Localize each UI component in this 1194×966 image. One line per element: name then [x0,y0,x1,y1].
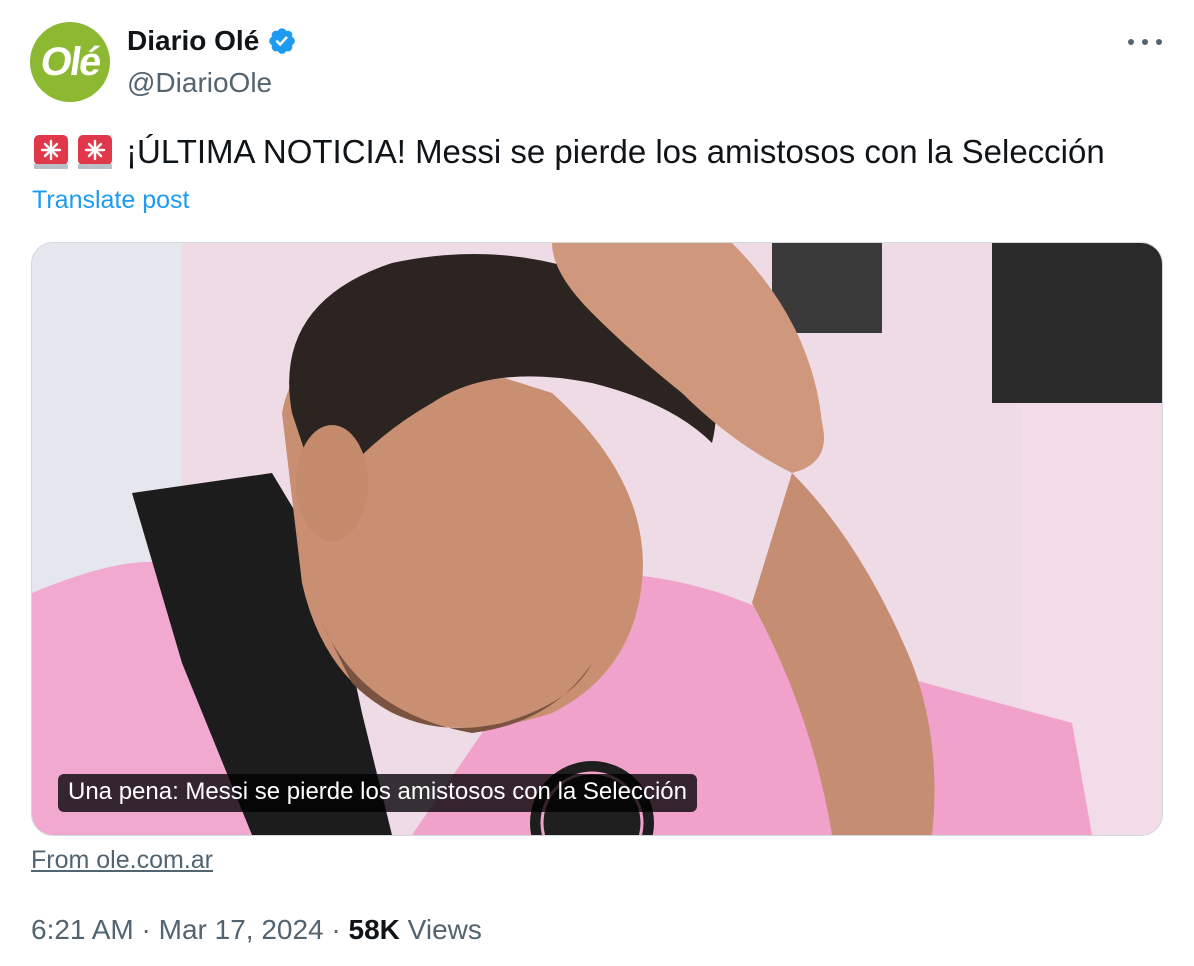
post-text: ¡ÚLTIMA NOTICIA! Messi se pierde los ami… [32,133,1105,171]
author-name-row: Diario Olé [127,25,297,57]
avatar-logo-text: Olé [37,39,103,84]
post-body-text: ¡ÚLTIMA NOTICIA! Messi se pierde los ami… [126,133,1105,170]
views-count: 58K [348,914,400,945]
dot [1128,39,1134,45]
dot [1156,39,1162,45]
verified-badge-icon[interactable] [267,26,297,56]
dot [1142,39,1148,45]
translate-post-link[interactable]: Translate post [32,186,189,215]
post-metadata: 6:21 AM · Mar 17, 2024 · 58K Views [31,914,482,946]
post-time[interactable]: 6:21 AM [31,914,134,945]
siren-icon [78,135,112,169]
views-label: Views [407,914,482,945]
card-source-link[interactable]: From ole.com.ar [31,846,213,875]
link-card[interactable]: Una pena: Messi se pierde los amistosos … [31,242,1163,836]
siren-icon [34,135,68,169]
author-handle[interactable]: @DiarioOle [127,67,272,99]
article-photo [32,243,1162,835]
separator: · [141,914,151,945]
separator: · [331,914,341,945]
more-horizontal-icon[interactable] [1128,30,1162,54]
avatar[interactable]: Olé [30,22,110,102]
author-display-name[interactable]: Diario Olé [127,25,259,57]
post-date[interactable]: Mar 17, 2024 [159,914,324,945]
card-caption: Una pena: Messi se pierde los amistosos … [58,774,697,812]
